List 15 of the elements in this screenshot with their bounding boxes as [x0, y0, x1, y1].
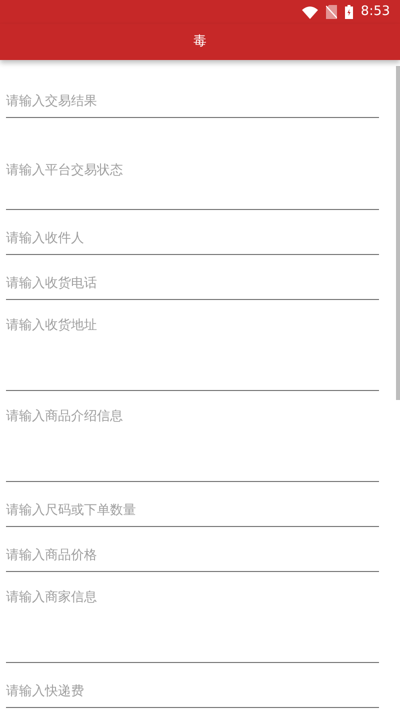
- input-field[interactable]: 请输入平台交易状态: [6, 160, 379, 180]
- battery-icon: [344, 5, 353, 19]
- input-field[interactable]: 请输入商品介绍信息: [6, 407, 379, 427]
- input-field[interactable]: 请输入快递费: [6, 681, 379, 701]
- input-field[interactable]: 请输入尺码或下单数量: [6, 500, 379, 520]
- toolbar-title: 毒: [194, 33, 206, 52]
- input-field[interactable]: 请输入交易结果: [6, 91, 379, 111]
- no-sim-icon: [326, 5, 337, 19]
- input-field[interactable]: 请输入收货电话: [6, 273, 379, 293]
- input-field[interactable]: 请输入商家信息: [6, 588, 379, 608]
- wifi-icon: [302, 6, 318, 18]
- input-field[interactable]: 请输入收货地址: [6, 316, 379, 336]
- input-field[interactable]: 请输入收件人: [6, 228, 379, 248]
- status-time: 8:53: [360, 3, 390, 22]
- input-field[interactable]: 请输入商品价格: [6, 545, 379, 565]
